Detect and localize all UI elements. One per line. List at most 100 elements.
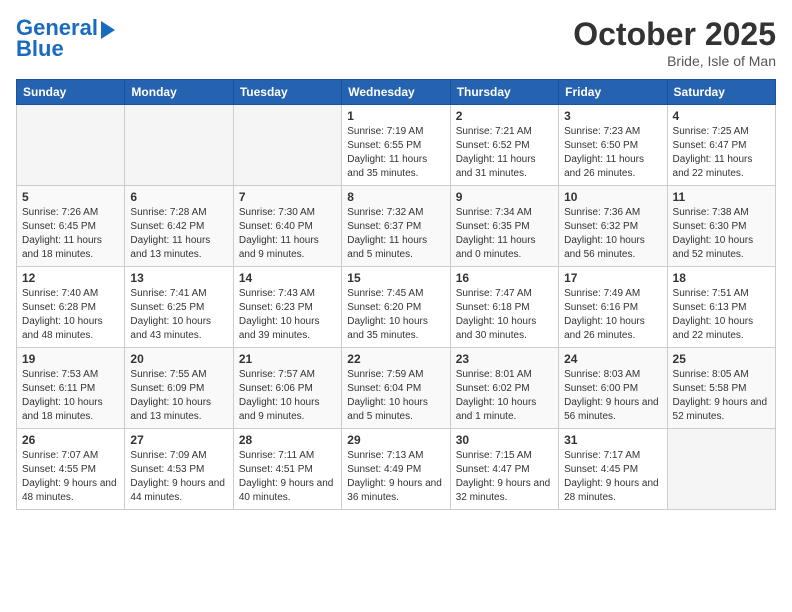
day-number: 15 (347, 271, 444, 285)
day-info: Sunrise: 7:45 AM Sunset: 6:20 PM Dayligh… (347, 287, 444, 343)
table-row: 3 Sunrise: 7:23 AM Sunset: 6:50 PM Daylig… (559, 105, 667, 186)
day-info: Sunrise: 7:43 AM Sunset: 6:23 PM Dayligh… (239, 287, 336, 343)
day-info: Sunrise: 7:57 AM Sunset: 6:06 PM Dayligh… (239, 368, 336, 424)
day-info: Sunrise: 7:23 AM Sunset: 6:50 PM Dayligh… (564, 125, 661, 181)
table-row: 18 Sunrise: 7:51 AM Sunset: 6:13 PM Dayli… (667, 267, 775, 348)
day-info: Sunrise: 7:26 AM Sunset: 6:45 PM Dayligh… (22, 206, 119, 262)
calendar-table: Sunday Monday Tuesday Wednesday Thursday… (16, 79, 776, 510)
table-row: 17 Sunrise: 7:49 AM Sunset: 6:16 PM Dayli… (559, 267, 667, 348)
day-info: Sunrise: 7:30 AM Sunset: 6:40 PM Dayligh… (239, 206, 336, 262)
header-sunday: Sunday (17, 80, 125, 105)
day-info: Sunrise: 7:59 AM Sunset: 6:04 PM Dayligh… (347, 368, 444, 424)
day-number: 28 (239, 433, 336, 447)
table-row: 8Sunrise: 7:32 AM Sunset: 6:37 PM Daylig… (342, 186, 450, 267)
month-title: October 2025 (573, 16, 776, 53)
table-row (233, 105, 341, 186)
day-number: 20 (130, 352, 227, 366)
day-info: Sunrise: 7:55 AM Sunset: 6:09 PM Dayligh… (130, 368, 227, 424)
table-row (667, 429, 775, 510)
day-info: Sunrise: 7:41 AM Sunset: 6:25 PM Dayligh… (130, 287, 227, 343)
table-row: 29 Sunrise: 7:13 AM Sunset: 4:49 PM Dayli… (342, 429, 450, 510)
day-number: 8 (347, 190, 444, 204)
header-thursday: Thursday (450, 80, 558, 105)
table-row: 5 Sunrise: 7:26 AM Sunset: 6:45 PM Daylig… (17, 186, 125, 267)
day-info: Sunrise: 7:07 AM Sunset: 4:55 PM Dayligh… (22, 449, 119, 505)
day-info: Sunrise: 7:13 AM Sunset: 4:49 PM Dayligh… (347, 449, 444, 505)
calendar-week-row: 26 Sunrise: 7:07 AM Sunset: 4:55 PM Dayli… (17, 429, 776, 510)
table-row: 15 Sunrise: 7:45 AM Sunset: 6:20 PM Dayli… (342, 267, 450, 348)
day-number: 6 (130, 190, 227, 204)
calendar-week-row: 5 Sunrise: 7:26 AM Sunset: 6:45 PM Daylig… (17, 186, 776, 267)
table-row: 1Sunrise: 7:19 AM Sunset: 6:55 PM Daylig… (342, 105, 450, 186)
location-subtitle: Bride, Isle of Man (573, 53, 776, 69)
table-row: 22 Sunrise: 7:59 AM Sunset: 6:04 PM Dayli… (342, 348, 450, 429)
table-row (125, 105, 233, 186)
day-info: Sunrise: 7:47 AM Sunset: 6:18 PM Dayligh… (456, 287, 553, 343)
day-info: Sunrise: 8:01 AM Sunset: 6:02 PM Dayligh… (456, 368, 553, 424)
day-info: Sunrise: 7:15 AM Sunset: 4:47 PM Dayligh… (456, 449, 553, 505)
table-row: 28Sunrise: 7:11 AM Sunset: 4:51 PM Dayli… (233, 429, 341, 510)
calendar-week-row: 12 Sunrise: 7:40 AM Sunset: 6:28 PM Dayli… (17, 267, 776, 348)
table-row: 13 Sunrise: 7:41 AM Sunset: 6:25 PM Dayli… (125, 267, 233, 348)
table-row: 21Sunrise: 7:57 AM Sunset: 6:06 PM Dayli… (233, 348, 341, 429)
day-number: 24 (564, 352, 661, 366)
header-tuesday: Tuesday (233, 80, 341, 105)
day-number: 11 (673, 190, 770, 204)
table-row: 6 Sunrise: 7:28 AM Sunset: 6:42 PM Daylig… (125, 186, 233, 267)
day-info: Sunrise: 8:03 AM Sunset: 6:00 PM Dayligh… (564, 368, 661, 424)
title-block: October 2025 Bride, Isle of Man (573, 16, 776, 69)
day-info: Sunrise: 7:51 AM Sunset: 6:13 PM Dayligh… (673, 287, 770, 343)
header-saturday: Saturday (667, 80, 775, 105)
day-number: 26 (22, 433, 119, 447)
day-info: Sunrise: 7:49 AM Sunset: 6:16 PM Dayligh… (564, 287, 661, 343)
day-number: 23 (456, 352, 553, 366)
day-number: 29 (347, 433, 444, 447)
day-number: 13 (130, 271, 227, 285)
day-info: Sunrise: 7:40 AM Sunset: 6:28 PM Dayligh… (22, 287, 119, 343)
day-number: 10 (564, 190, 661, 204)
table-row: 31Sunrise: 7:17 AM Sunset: 4:45 PM Dayli… (559, 429, 667, 510)
table-row: 24 Sunrise: 8:03 AM Sunset: 6:00 PM Dayli… (559, 348, 667, 429)
table-row: 25Sunrise: 8:05 AM Sunset: 5:58 PM Dayli… (667, 348, 775, 429)
header-wednesday: Wednesday (342, 80, 450, 105)
day-number: 22 (347, 352, 444, 366)
day-number: 12 (22, 271, 119, 285)
table-row: 2Sunrise: 7:21 AM Sunset: 6:52 PM Daylig… (450, 105, 558, 186)
day-info: Sunrise: 7:38 AM Sunset: 6:30 PM Dayligh… (673, 206, 770, 262)
table-row: 11 Sunrise: 7:38 AM Sunset: 6:30 PM Dayli… (667, 186, 775, 267)
day-header-row: Sunday Monday Tuesday Wednesday Thursday… (17, 80, 776, 105)
header-friday: Friday (559, 80, 667, 105)
table-row (17, 105, 125, 186)
table-row: 4 Sunrise: 7:25 AM Sunset: 6:47 PM Daylig… (667, 105, 775, 186)
day-number: 16 (456, 271, 553, 285)
day-info: Sunrise: 7:28 AM Sunset: 6:42 PM Dayligh… (130, 206, 227, 262)
day-info: Sunrise: 7:09 AM Sunset: 4:53 PM Dayligh… (130, 449, 227, 505)
table-row: 20 Sunrise: 7:55 AM Sunset: 6:09 PM Dayli… (125, 348, 233, 429)
logo-arrow-icon (101, 21, 115, 39)
day-number: 18 (673, 271, 770, 285)
day-number: 14 (239, 271, 336, 285)
day-info: Sunrise: 7:53 AM Sunset: 6:11 PM Dayligh… (22, 368, 119, 424)
table-row: 27 Sunrise: 7:09 AM Sunset: 4:53 PM Dayli… (125, 429, 233, 510)
logo: General Blue (16, 16, 115, 62)
day-info: Sunrise: 7:36 AM Sunset: 6:32 PM Dayligh… (564, 206, 661, 262)
table-row: 26 Sunrise: 7:07 AM Sunset: 4:55 PM Dayli… (17, 429, 125, 510)
day-number: 19 (22, 352, 119, 366)
page-header: General Blue October 2025 Bride, Isle of… (16, 16, 776, 69)
day-number: 5 (22, 190, 119, 204)
table-row: 30Sunrise: 7:15 AM Sunset: 4:47 PM Dayli… (450, 429, 558, 510)
day-info: Sunrise: 7:25 AM Sunset: 6:47 PM Dayligh… (673, 125, 770, 181)
day-number: 25 (673, 352, 770, 366)
day-number: 4 (673, 109, 770, 123)
header-monday: Monday (125, 80, 233, 105)
calendar-week-row: 1Sunrise: 7:19 AM Sunset: 6:55 PM Daylig… (17, 105, 776, 186)
day-number: 9 (456, 190, 553, 204)
day-number: 3 (564, 109, 661, 123)
day-info: Sunrise: 7:21 AM Sunset: 6:52 PM Dayligh… (456, 125, 553, 181)
day-info: Sunrise: 7:34 AM Sunset: 6:35 PM Dayligh… (456, 206, 553, 262)
day-number: 27 (130, 433, 227, 447)
table-row: 7Sunrise: 7:30 AM Sunset: 6:40 PM Daylig… (233, 186, 341, 267)
table-row: 23 Sunrise: 8:01 AM Sunset: 6:02 PM Dayli… (450, 348, 558, 429)
day-number: 31 (564, 433, 661, 447)
day-number: 17 (564, 271, 661, 285)
